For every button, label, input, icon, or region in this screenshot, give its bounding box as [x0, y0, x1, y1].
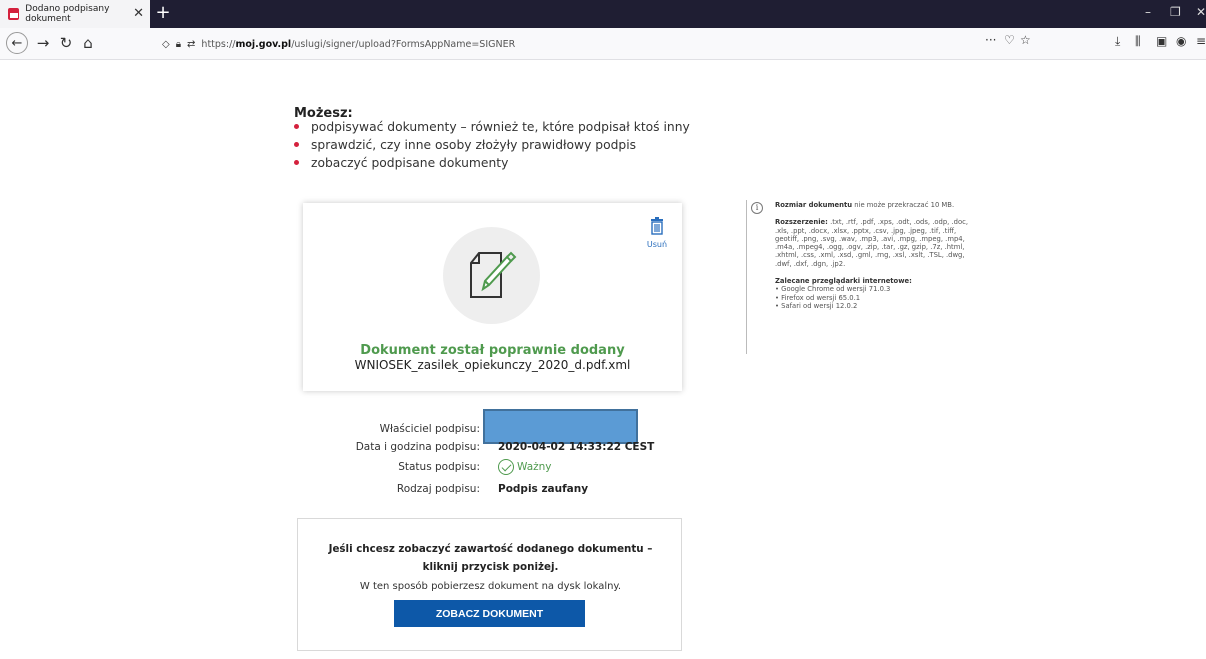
redacted-owner	[483, 409, 638, 444]
info-divider	[746, 200, 747, 354]
view-document-button[interactable]: ZOBACZ DOKUMENT	[394, 600, 585, 627]
ext-text: .txt, .rtf, .pdf, .xps, .odt, .ods, .odp…	[775, 218, 969, 268]
size-text: nie może przekraczać 10 MB.	[854, 201, 955, 209]
tab-title: Dodano podpisany dokument	[25, 4, 110, 24]
home-icon[interactable]: ⌂	[77, 32, 99, 54]
library-icon[interactable]: ⫼	[1135, 34, 1141, 49]
permissions-icon: ⇄	[187, 38, 196, 50]
date-value: 2020-04-02 14:33:22 CEST	[498, 441, 655, 453]
shield-icon: ◇	[162, 38, 170, 50]
delete-document-link[interactable]: Usuń	[641, 240, 673, 249]
browser-nav-bar: ← → ↻ ⌂ ◇ 🔒︎ ⇄ https://moj.gov.pl/uslugi…	[0, 28, 1206, 60]
status-text: Ważny	[517, 461, 552, 473]
list-item: Firefox od wersji 65.0.1	[775, 294, 980, 302]
trash-icon[interactable]	[649, 217, 665, 239]
page-actions-icon[interactable]: ···	[985, 33, 996, 47]
size-label: Rozmiar dokumentu	[775, 201, 853, 209]
signature-status-row: Status podpisu: Ważny	[300, 459, 680, 477]
document-circle	[443, 227, 540, 324]
signature-type-row: Rodzaj podpisu: Podpis zaufany	[300, 483, 680, 499]
url-prefix: https://	[201, 38, 236, 50]
back-arrow-icon[interactable]: ←	[6, 32, 28, 54]
bookmark-star-icon[interactable]: ☆	[1020, 33, 1031, 47]
gov-favicon-icon	[8, 8, 20, 20]
document-status: Dokument został poprawnie dodany	[360, 343, 625, 358]
type-value: Podpis zaufany	[498, 483, 589, 495]
lock-icon: 🔒︎	[175, 38, 182, 50]
sidebar-icon[interactable]: ▣	[1156, 34, 1167, 48]
browsers-label: Zalecane przeglądarki internetowe:	[775, 277, 912, 286]
type-label: Rodzaj podpisu:	[396, 483, 480, 495]
forward-arrow-icon[interactable]: →	[32, 32, 54, 54]
document-filename: WNIOSEK_zasilek_opiekunczy_2020_d.pdf.xm…	[354, 358, 631, 372]
window-close-icon[interactable]: ✕	[1196, 5, 1206, 19]
list-item: Google Chrome od wersji 71.0.3	[775, 285, 980, 293]
view-title-line1: Jeśli chcesz zobaczyć zawartość dodanego…	[328, 543, 653, 555]
download-icon[interactable]: ⤓	[1115, 34, 1120, 49]
check-circle-icon	[498, 459, 514, 475]
list-item: sprawdzić, czy inne osoby złożyły prawid…	[294, 136, 690, 154]
browser-tab-bar: Dodano podpisany dokument ✕ + – ❐ ✕	[0, 0, 1206, 28]
document-card: Usuń Dokument został poprawnie dodany WN…	[303, 203, 682, 391]
view-description: W ten sposób pobierzesz dokument na dysk…	[359, 581, 622, 592]
signature-date-row: Data i godzina podpisu: 2020-04-02 14:33…	[300, 441, 680, 457]
list-item: podpisywać dokumenty – również te, które…	[294, 118, 690, 136]
status-value: Ważny	[498, 459, 552, 475]
ext-label: Rozszerzenie:	[775, 218, 828, 227]
browser-tab[interactable]: Dodano podpisany dokument ✕	[0, 0, 150, 28]
status-label: Status podpisu:	[398, 461, 480, 473]
reload-icon[interactable]: ↻	[55, 32, 77, 54]
new-tab-button[interactable]: +	[153, 2, 173, 23]
browsers-list: Google Chrome od wersji 71.0.3 Firefox o…	[775, 285, 980, 310]
info-icon: i	[751, 202, 763, 214]
signature-owner-row: Właściciel podpisu:	[300, 409, 680, 444]
minimize-icon[interactable]: –	[1145, 5, 1151, 19]
url-bar[interactable]: ◇ 🔒︎ ⇄ https://moj.gov.pl/uslugi/signer/…	[162, 32, 1042, 56]
restore-icon[interactable]: ❐	[1170, 5, 1181, 19]
feature-list: podpisywać dokumenty – również te, które…	[294, 118, 690, 172]
list-item: Safari od wersji 12.0.2	[775, 302, 980, 310]
tab-close-icon[interactable]: ✕	[133, 6, 144, 21]
pocket-icon[interactable]: ♡	[1004, 33, 1015, 47]
menu-icon[interactable]: ≡	[1196, 34, 1206, 48]
owner-label: Właściciel podpisu:	[379, 423, 480, 435]
url-path: /uslugi/signer/upload?FormsAppName=SIGNE…	[291, 38, 516, 50]
url-host: moj.gov.pl	[235, 38, 292, 50]
list-item: zobaczyć podpisane dokumenty	[294, 154, 690, 172]
extension-icon[interactable]: ◉	[1176, 34, 1186, 48]
view-document-box: Jeśli chcesz zobaczyć zawartość dodanego…	[297, 518, 682, 651]
date-label: Data i godzina podpisu:	[355, 441, 480, 453]
upload-info: Rozmiar dokumentu nie może przekraczać 1…	[775, 201, 980, 310]
view-title-line2: kliknij przycisk poniżej.	[422, 561, 559, 573]
signed-document-icon	[470, 251, 517, 298]
